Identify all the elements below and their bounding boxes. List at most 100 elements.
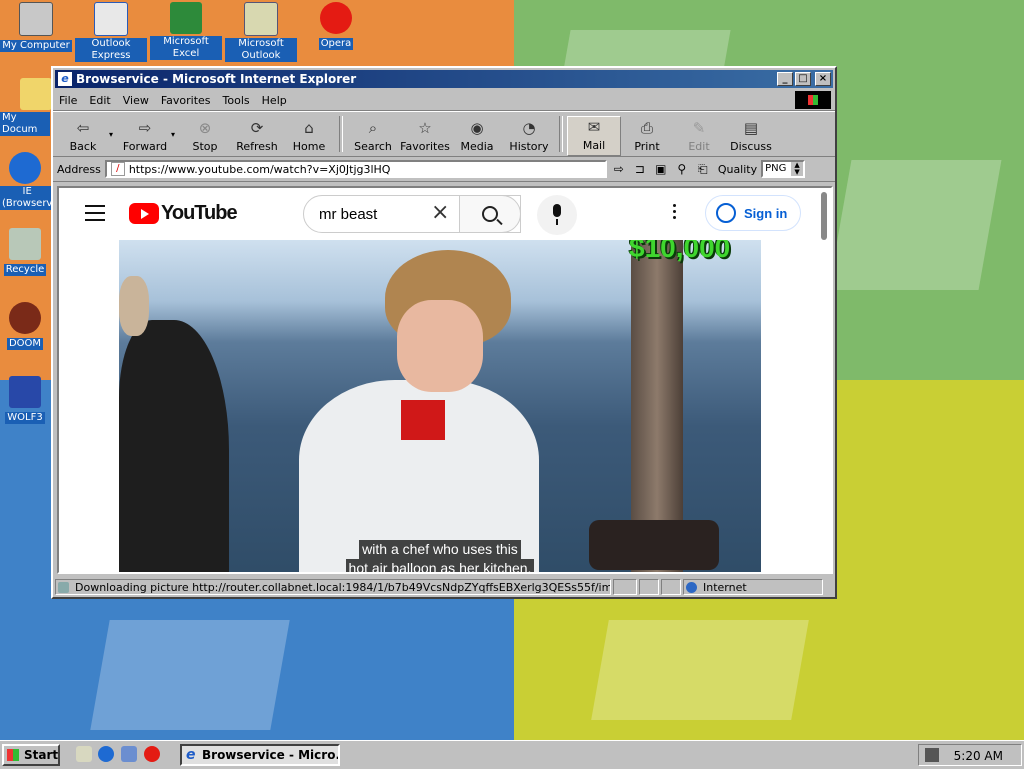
wallpaper-tile	[90, 620, 290, 730]
back-arrow-icon: ⇦	[76, 119, 90, 137]
minimize-button[interactable]: _	[777, 72, 793, 86]
opera-icon[interactable]	[144, 746, 160, 762]
outlook-icon	[244, 2, 278, 36]
title-bar[interactable]: e Browservice - Microsoft Internet Explo…	[55, 70, 833, 88]
desktop-icon-doom[interactable]: DOOM	[0, 302, 50, 350]
opera-icon	[320, 2, 352, 34]
outlook-express-icon[interactable]	[121, 746, 137, 762]
hamburger-menu-icon[interactable]	[85, 205, 105, 226]
search-button[interactable]: ⌕ Search	[347, 118, 399, 156]
mail-button[interactable]: ✉ Mail	[567, 116, 621, 156]
internet-explorer-icon	[9, 152, 41, 184]
search-icon: ⌕	[368, 119, 378, 137]
video-caption: with a chef who uses this hot air balloo…	[119, 540, 761, 572]
menu-help[interactable]: Help	[262, 94, 287, 107]
desktop-icon-outlook[interactable]: Microsoft Outlook	[225, 2, 297, 62]
internet-explorer-icon[interactable]	[98, 746, 114, 762]
stop-button[interactable]: ⊗ Stop	[179, 118, 231, 156]
home-button[interactable]: ⌂ Home	[283, 118, 335, 156]
show-desktop-icon[interactable]	[76, 746, 92, 762]
favorites-button[interactable]: ☆ Favorites	[399, 118, 451, 156]
sign-in-button[interactable]: Sign in	[705, 195, 801, 231]
clipboard-icon[interactable]: ⎗	[694, 160, 712, 178]
menu-bar: File Edit View Favorites Tools Help	[53, 90, 835, 111]
menu-edit[interactable]: Edit	[89, 94, 110, 107]
discuss-button[interactable]: ▤ Discuss	[725, 118, 777, 156]
printer-icon: ⎙	[640, 119, 653, 137]
computer-icon	[19, 2, 53, 36]
spinner-icon[interactable]: ▲ ▼	[791, 162, 804, 176]
video-figure	[119, 276, 229, 572]
history-icon: ◔	[522, 119, 536, 137]
page-icon: /	[110, 162, 125, 176]
desktop-icon-my-documents[interactable]: My Docum	[0, 78, 52, 136]
desktop-icon-recycle-bin[interactable]: Recycle	[0, 228, 50, 276]
new-window-icon[interactable]: ▣	[652, 160, 670, 178]
video-player[interactable]: $10,000 with a chef who uses this hot ai…	[119, 240, 761, 572]
search-button[interactable]	[459, 195, 521, 233]
menu-favorites[interactable]: Favorites	[161, 94, 211, 107]
close-button[interactable]: ×	[815, 72, 831, 86]
clock[interactable]: 5:20 AM	[954, 749, 1003, 763]
menu-view[interactable]: View	[123, 94, 149, 107]
desktop-icon-my-computer[interactable]: My Computer	[0, 2, 72, 52]
stop-icon: ⊗	[198, 119, 212, 137]
internet-explorer-icon: e	[58, 72, 72, 86]
status-panel	[613, 579, 637, 595]
discuss-icon: ▤	[743, 119, 759, 137]
ie-window: e Browservice - Microsoft Internet Explo…	[51, 66, 837, 599]
taskbar-button-browservice[interactable]: Browservice - Micro...	[180, 744, 340, 766]
address-url: https://www.youtube.com/watch?v=Xj0Jtjg3…	[128, 162, 391, 176]
refresh-icon: ⟳	[250, 119, 264, 137]
network-icon[interactable]	[925, 748, 939, 762]
zone-panel: Internet	[683, 579, 823, 595]
forward-dropdown-icon[interactable]: ▾	[171, 130, 175, 139]
windows-logo-icon	[795, 91, 831, 109]
menu-tools[interactable]: Tools	[223, 94, 250, 107]
wallpaper-tile	[591, 620, 809, 720]
status-text-panel: Downloading picture http://router.collab…	[55, 579, 611, 595]
scrollbar[interactable]	[821, 192, 827, 240]
recycle-bin-icon	[9, 228, 41, 260]
desktop-icon-ie-browservice[interactable]: IE (Browserv	[0, 152, 55, 210]
media-icon: ◉	[470, 119, 484, 137]
page-loading-icon	[58, 582, 69, 593]
find-icon[interactable]: ⚲	[673, 160, 691, 178]
back-button[interactable]: ⇦ Back ▾	[57, 118, 113, 156]
desktop-icon-outlook-express[interactable]: Outlook Express	[75, 2, 147, 62]
video-overlay-amount: $10,000	[629, 240, 731, 263]
status-panel	[661, 579, 681, 595]
desktop-icon-wolf3d[interactable]: WOLF3	[0, 376, 50, 424]
folder-icon	[20, 78, 52, 110]
edit-button[interactable]: ✎ Edit	[673, 118, 725, 156]
address-label: Address	[57, 162, 101, 176]
youtube-logo[interactable]: YouTube	[129, 202, 238, 225]
microphone-icon[interactable]	[537, 195, 577, 235]
video-figure	[401, 400, 445, 440]
more-options-icon[interactable]	[673, 204, 677, 222]
address-input[interactable]: / https://www.youtube.com/watch?v=Xj0Jtj…	[104, 160, 607, 178]
media-button[interactable]: ◉ Media	[451, 118, 503, 156]
maximize-button[interactable]: □	[795, 72, 811, 86]
print-button[interactable]: ⎙ Print	[621, 118, 673, 156]
user-icon	[716, 203, 736, 223]
forward-arrow-icon: ⇨	[138, 119, 152, 137]
go-arrow-icon[interactable]: ⇨	[610, 160, 628, 178]
history-button[interactable]: ◔ History	[503, 118, 555, 156]
forward-button[interactable]: ⇨ Forward ▾	[119, 118, 175, 156]
desktop-icon-excel[interactable]: Microsoft Excel	[150, 2, 222, 60]
refresh-button[interactable]: ⟳ Refresh	[231, 118, 283, 156]
excel-icon	[170, 2, 202, 34]
menu-file[interactable]: File	[59, 94, 77, 107]
status-bar: Downloading picture http://router.collab…	[55, 579, 833, 597]
back-dropdown-icon[interactable]: ▾	[109, 130, 113, 139]
quality-select[interactable]: PNG ▲ ▼	[761, 160, 806, 178]
youtube-play-icon	[129, 203, 159, 224]
toolbar: ⇦ Back ▾ ⇨ Forward ▾ ⊗ Stop ⟳ Refresh ⌂ Ho…	[53, 111, 835, 157]
doom-icon	[9, 302, 41, 334]
start-button[interactable]: Start	[2, 744, 60, 766]
clear-search-icon[interactable]: ×	[431, 198, 449, 228]
desktop-icon-opera[interactable]: Opera	[300, 2, 372, 50]
bookmark-icon[interactable]: ⊐	[631, 160, 649, 178]
taskbar: Start Browservice - Micro... 5:20 AM	[0, 740, 1024, 769]
